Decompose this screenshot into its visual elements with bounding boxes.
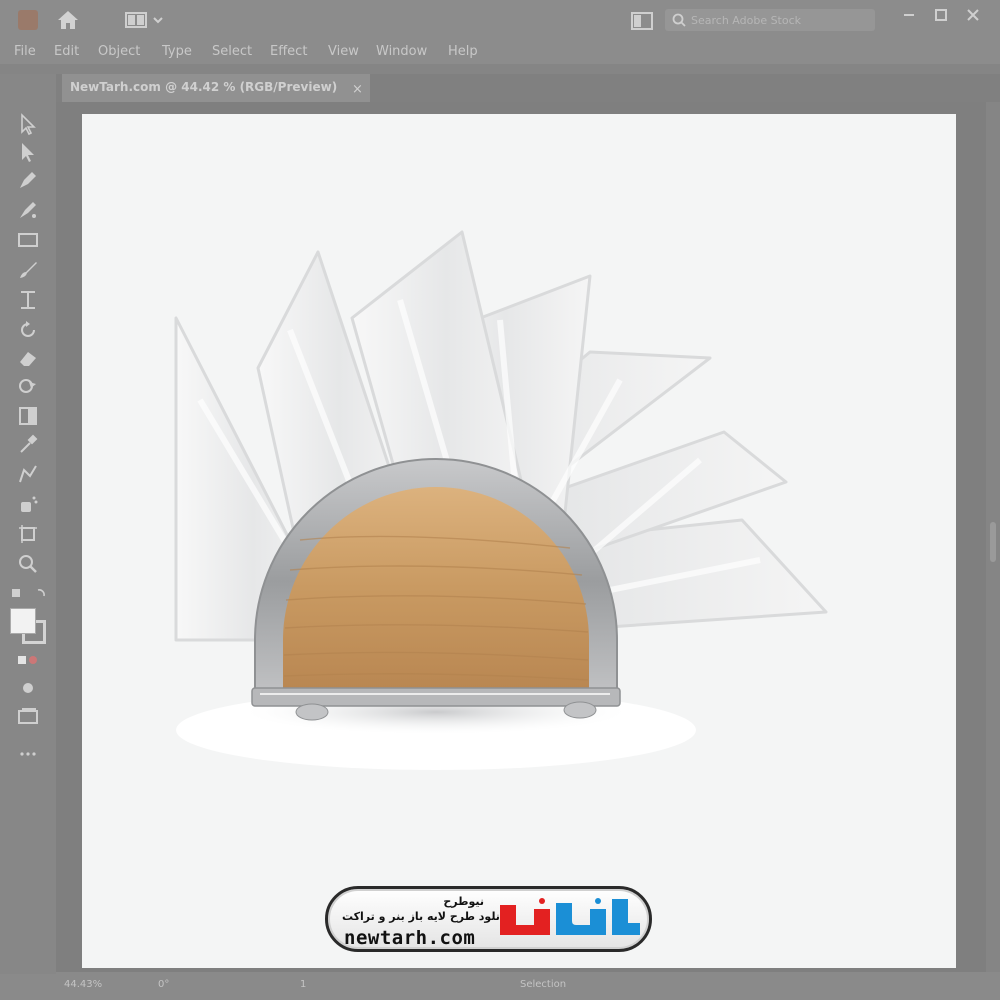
vertical-scrollbar[interactable] bbox=[986, 102, 1000, 972]
gradient-tool-icon[interactable] bbox=[16, 404, 40, 428]
menu-object[interactable]: Object bbox=[98, 44, 140, 59]
napkin-holder-illustration bbox=[174, 230, 828, 770]
fill-swatch[interactable] bbox=[10, 608, 36, 634]
newtarh-watermark-badge: نیوطرح دانلود طرح لایه باز بنر و تراکت n… bbox=[325, 886, 652, 952]
menu-effect[interactable]: Effect bbox=[270, 44, 307, 59]
arrange-documents-icon[interactable] bbox=[630, 11, 654, 31]
minimize-icon[interactable] bbox=[898, 6, 920, 24]
watermark-name-fa: نیوطرح bbox=[443, 895, 484, 908]
screen-mode-icon[interactable] bbox=[16, 704, 40, 728]
menu-window[interactable]: Window bbox=[376, 44, 427, 59]
search-stock-box[interactable] bbox=[665, 9, 875, 31]
document-tab-label: NewTarh.com @ 44.42 % (RGB/Preview) bbox=[70, 80, 338, 94]
menu-bar: File Edit Object Type Select Effect View… bbox=[0, 40, 1000, 64]
rectangle-tool-icon[interactable] bbox=[16, 228, 40, 252]
symbol-sprayer-tool-icon[interactable] bbox=[16, 492, 40, 516]
width-tool-icon[interactable] bbox=[16, 288, 40, 312]
zoom-tool-icon[interactable] bbox=[16, 552, 40, 576]
draw-mode-icon[interactable] bbox=[16, 676, 40, 700]
menu-help[interactable]: Help bbox=[448, 44, 478, 59]
paintbrush-tool-icon[interactable] bbox=[16, 258, 40, 282]
search-input[interactable] bbox=[691, 11, 866, 29]
artboard-tool-icon[interactable] bbox=[16, 522, 40, 546]
tools-panel bbox=[0, 74, 56, 974]
status-bar: 44.43% 0° 1 Selection bbox=[0, 974, 1000, 1000]
zoom-level[interactable]: 44.43% bbox=[64, 979, 102, 995]
menu-select[interactable]: Select bbox=[212, 44, 252, 59]
menu-file[interactable]: File bbox=[14, 44, 36, 59]
document-tab-bar: NewTarh.com @ 44.42 % (RGB/Preview) × bbox=[56, 74, 1000, 102]
direct-selection-tool-icon[interactable] bbox=[16, 140, 40, 164]
tab-close-icon[interactable]: × bbox=[352, 82, 363, 97]
pen-tool-icon[interactable] bbox=[16, 168, 40, 192]
restore-icon[interactable] bbox=[930, 6, 952, 24]
right-foot bbox=[563, 701, 597, 719]
control-strip bbox=[0, 64, 1000, 74]
app-bar bbox=[0, 0, 1000, 40]
menu-type[interactable]: Type bbox=[162, 44, 192, 59]
eyedropper-tool-icon[interactable] bbox=[16, 432, 40, 456]
watermark-tagline-fa: دانلود طرح لایه باز بنر و تراکت bbox=[342, 910, 510, 923]
workspace-switcher-icon[interactable] bbox=[124, 11, 168, 29]
home-icon[interactable] bbox=[56, 9, 80, 31]
rotation-value[interactable]: 0° bbox=[158, 979, 169, 995]
menu-view[interactable]: View bbox=[328, 44, 359, 59]
rotate-tool-icon[interactable] bbox=[16, 318, 40, 342]
blend-tool-icon[interactable] bbox=[16, 462, 40, 486]
menu-edit[interactable]: Edit bbox=[54, 44, 79, 59]
curvature-tool-icon[interactable] bbox=[16, 198, 40, 222]
status-mode[interactable]: Selection bbox=[520, 979, 566, 995]
watermark-url: newtarh.com bbox=[344, 927, 476, 949]
swap-fill-stroke-icon[interactable] bbox=[10, 586, 50, 602]
artboard-navigator[interactable]: 1 bbox=[300, 979, 306, 995]
document-tab[interactable]: NewTarh.com @ 44.42 % (RGB/Preview) × bbox=[62, 74, 370, 102]
vertical-scrollbar-thumb[interactable] bbox=[990, 522, 996, 562]
color-mode-icon[interactable] bbox=[16, 648, 40, 672]
metal-base bbox=[251, 687, 621, 707]
close-window-icon[interactable] bbox=[962, 6, 984, 24]
left-foot bbox=[295, 703, 329, 721]
illustrator-logo-icon bbox=[18, 10, 38, 30]
eraser-tool-icon[interactable] bbox=[16, 346, 40, 370]
shape-builder-tool-icon[interactable] bbox=[16, 374, 40, 398]
more-tools-icon[interactable] bbox=[16, 742, 40, 766]
selection-tool-icon[interactable] bbox=[16, 112, 40, 136]
newtarh-logo-mark-icon bbox=[500, 898, 640, 935]
search-icon bbox=[672, 13, 686, 27]
